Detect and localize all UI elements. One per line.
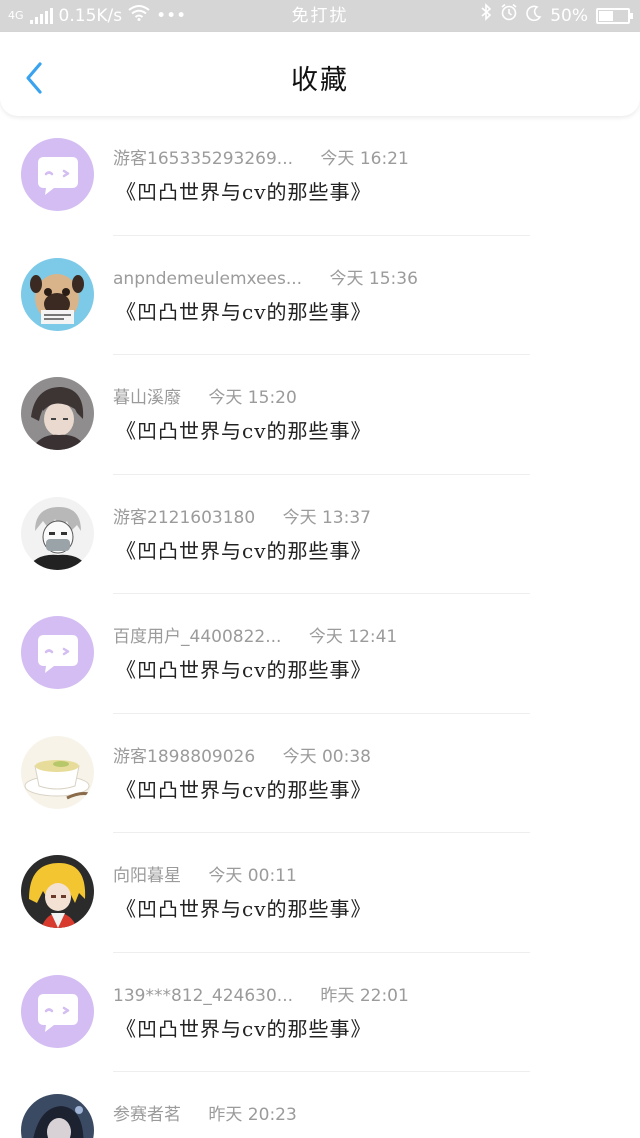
item-meta: 百度用户_4400822... 今天 12:41 [113, 622, 397, 647]
favorite-time: 今天 00:11 [208, 866, 297, 886]
favorite-list-item[interactable]: 百度用户_4400822... 今天 12:41 《凹凸世界与cv的那些事》 [0, 594, 640, 714]
item-meta: 游客1898809026 今天 00:38 [113, 742, 371, 767]
alarm-icon [500, 0, 518, 32]
user-name[interactable]: 游客165335293269... [113, 144, 293, 169]
favorite-time: 今天 00:38 [282, 746, 371, 767]
moon-icon [526, 0, 542, 32]
pudding-avatar[interactable] [21, 735, 94, 809]
favorites-list: 游客165335293269... 今天 16:21 《凹凸世界与cv的那些事》… [0, 116, 640, 1138]
favorite-time: 今天 15:36 [329, 268, 418, 289]
favorite-time: 今天 12:41 [308, 627, 398, 647]
user-name[interactable]: 游客1898809026 [113, 742, 255, 767]
favorite-title[interactable]: 《凹凸世界与cv的那些事》 [116, 415, 372, 444]
pug-dog-avatar[interactable] [21, 257, 94, 331]
user-name[interactable]: anpndemeulemxees... [113, 269, 302, 289]
user-name[interactable]: 139***812_424630... [113, 986, 293, 1006]
item-meta: 参赛者茗 昨天 20:23 [113, 1100, 297, 1125]
favorite-title[interactable]: 《凹凸世界与cv的那些事》 [116, 1132, 372, 1138]
item-meta: 暮山溪廢 今天 15:20 [113, 383, 297, 408]
default-chat-avatar[interactable] [21, 138, 94, 211]
default-chat-avatar[interactable] [21, 974, 94, 1048]
battery-percent: 50% [550, 6, 588, 26]
favorite-list-item[interactable]: 参赛者茗 昨天 20:23 《凹凸世界与cv的那些事》 [0, 1072, 640, 1138]
favorite-list-item[interactable]: 向阳暮星 今天 00:11 《凹凸世界与cv的那些事》 [0, 833, 640, 953]
favorite-list-item[interactable]: anpndemeulemxees... 今天 15:36 《凹凸世界与cv的那些… [0, 236, 640, 355]
default-chat-avatar[interactable] [21, 616, 94, 689]
favorite-title[interactable]: 《凹凸世界与cv的那些事》 [116, 296, 372, 325]
item-meta: anpndemeulemxees... 今天 15:36 [113, 264, 418, 289]
favorite-list-item[interactable]: 游客165335293269... 今天 16:21 《凹凸世界与cv的那些事》 [0, 116, 640, 236]
favorite-title[interactable]: 《凹凸世界与cv的那些事》 [116, 1013, 372, 1042]
favorite-list-item[interactable]: 暮山溪廢 今天 15:20 《凹凸世界与cv的那些事》 [0, 355, 640, 475]
favorite-title[interactable]: 《凹凸世界与cv的那些事》 [116, 774, 372, 803]
favorite-time: 今天 15:20 [208, 388, 297, 408]
user-name[interactable]: 暮山溪廢 [113, 383, 181, 408]
item-meta: 游客2121603180 今天 13:37 [113, 503, 371, 528]
user-name[interactable]: 百度用户_4400822... [113, 622, 281, 647]
favorite-time: 昨天 22:01 [320, 985, 409, 1006]
favorite-title[interactable]: 《凹凸世界与cv的那些事》 [116, 535, 372, 564]
favorite-list-item[interactable]: 游客2121603180 今天 13:37 《凹凸世界与cv的那些事》 [0, 475, 640, 594]
favorite-title[interactable]: 《凹凸世界与cv的那些事》 [116, 654, 372, 683]
favorites-screen: 4G 0.15K/s ••• 免打扰 50% 收藏 游客165335293269… [0, 0, 640, 1138]
bluetooth-icon [480, 0, 492, 32]
user-name[interactable]: 游客2121603180 [113, 503, 255, 528]
item-meta: 游客165335293269... 今天 16:21 [113, 144, 409, 169]
anime-boy-avatar[interactable] [21, 377, 94, 450]
user-name[interactable]: 向阳暮星 [113, 861, 181, 886]
favorite-list-item[interactable]: 游客1898809026 今天 00:38 《凹凸世界与cv的那些事》 [0, 714, 640, 833]
favorite-title[interactable]: 《凹凸世界与cv的那些事》 [116, 893, 372, 922]
page-title: 收藏 [291, 65, 349, 96]
favorite-time: 今天 16:21 [320, 149, 409, 169]
item-meta: 向阳暮星 今天 00:11 [113, 861, 297, 886]
dark-character-avatar[interactable] [21, 1094, 94, 1138]
favorite-list-item[interactable]: 139***812_424630... 昨天 22:01 《凹凸世界与cv的那些… [0, 953, 640, 1072]
user-name[interactable]: 参赛者茗 [113, 1100, 181, 1125]
yellow-hair-character-avatar[interactable] [21, 855, 94, 928]
battery-icon [596, 8, 633, 24]
item-meta: 139***812_424630... 昨天 22:01 [113, 981, 409, 1006]
header-bar: 收藏 [0, 32, 640, 116]
battery-fill [599, 11, 613, 21]
favorite-time: 今天 13:37 [282, 507, 371, 528]
favorite-time: 昨天 20:23 [208, 1105, 297, 1125]
status-bar: 4G 0.15K/s ••• 免打扰 50% [0, 0, 640, 32]
favorite-title[interactable]: 《凹凸世界与cv的那些事》 [116, 176, 372, 205]
masked-boy-avatar[interactable] [21, 496, 94, 570]
